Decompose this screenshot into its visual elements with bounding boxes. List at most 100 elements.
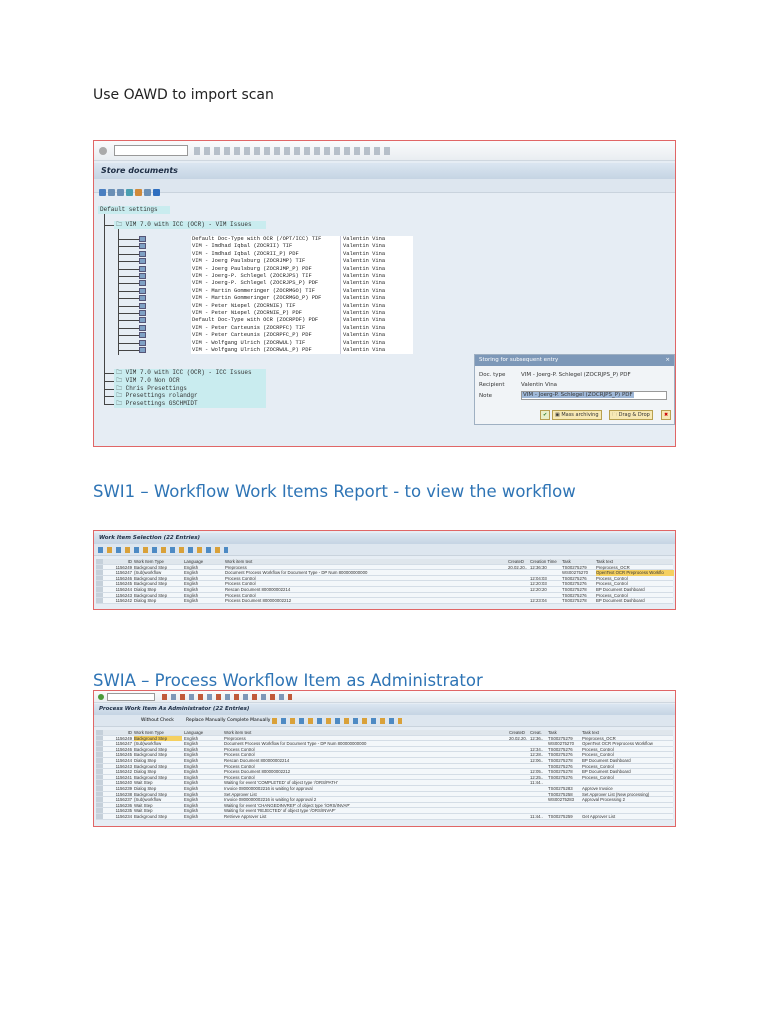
replace-manually-button[interactable]: Replace Manually: [186, 715, 226, 727]
table-cell: BP Document Dashboard: [596, 598, 645, 604]
close-icon[interactable]: ×: [665, 355, 670, 366]
table-cell: Dialog Step: [134, 598, 157, 604]
tree-default-settings[interactable]: Default settings: [98, 206, 170, 214]
document-type-entry[interactable]: VIM - Wolfgang Ulrich (ZOCRWUL_P) PDF Val…: [191, 347, 413, 355]
row-selector[interactable]: [96, 808, 103, 813]
table-cell: Process Document 800000002212: [225, 598, 292, 604]
row-selector[interactable]: [96, 814, 103, 819]
doc-type-text: Default Doc-Type with OCR (/OPT/ICC) TIF: [192, 236, 322, 242]
document-type-icon: [139, 302, 146, 309]
document-type-entry[interactable]: VIM - Martin Gommeringer (ZOCRMGO_P) PDF…: [191, 295, 413, 303]
row-selector[interactable]: [96, 746, 103, 752]
row-selector[interactable]: [96, 763, 103, 769]
command-field[interactable]: [114, 145, 188, 156]
document-type-entry[interactable]: VIM - Martin Gommeringer (ZOCRMGO) TIF Va…: [191, 287, 413, 296]
table-cell: TS00275259: [548, 814, 573, 819]
toolbar-icons[interactable]: [194, 147, 394, 155]
document-type-icon: [139, 243, 146, 250]
tree-line: [118, 290, 140, 292]
app-toolbar-icons[interactable]: [99, 182, 162, 201]
document-type-icon: [139, 339, 146, 346]
recipient-text: Valentin Vina: [340, 236, 385, 244]
table-cell: 1156242: [115, 598, 132, 604]
tree-node-open[interactable]: 🗀 VIM 7.0 with ICC (OCR) - VIM Issues: [114, 221, 266, 229]
document-type-entry[interactable]: VIM - Imdhad Iqbal (ZOCRII) TIF Valentin …: [191, 243, 413, 251]
toolbar-icons[interactable]: [162, 694, 292, 700]
select-all-icon[interactable]: [96, 730, 103, 735]
cancel-button[interactable]: ✖: [661, 410, 672, 420]
swia-screenshot: Process Work Item As Administrator (22 E…: [93, 690, 676, 827]
row-selector[interactable]: [96, 786, 103, 791]
row-selector[interactable]: [96, 587, 103, 592]
document-type-entry[interactable]: Default Doc-Type with OCR (ZOCRPDF) PDF V…: [191, 317, 413, 325]
tree-line: [104, 388, 114, 390]
document-type-icon: [139, 236, 146, 242]
tree-node-closed[interactable]: 🗀 Presettings GSCHMIDT: [114, 400, 266, 409]
doc-type-text: VIM - Joerg Paulsburg (ZOCRJMP_P) PDF: [192, 265, 312, 272]
table-row[interactable]: 1156242 Dialog Step English Process Documen…: [96, 598, 673, 604]
doc-type-value: VIM - Joerg-P. Schlegel (ZOCRJPS_P) PDF: [521, 372, 631, 378]
document-type-entry[interactable]: VIM - Joerg Paulsburg (ZOCRJMP) TIF Valen…: [191, 258, 413, 266]
row-selector[interactable]: [96, 791, 103, 797]
document-type-entry[interactable]: VIM - Imdhad Iqbal (ZOCRII_P) PDF Valenti…: [191, 250, 413, 259]
document-type-entry[interactable]: VIM - Peter Carteunis (ZOCRPFC) TIF Valen…: [191, 324, 413, 333]
swi1-screenshot: Work Item Selection (22 Entries) ID Work …: [93, 530, 676, 610]
tree-line: [118, 276, 140, 277]
row-selector[interactable]: [96, 741, 103, 746]
document-type-entry[interactable]: VIM - Joerg-P. Schlegel (ZOCRJPS) TIF Val…: [191, 273, 413, 281]
note-label: Note: [479, 393, 493, 399]
tree-line: [118, 335, 140, 337]
note-input[interactable]: VIM - Joerg-P. Schlegel (ZOCRJPS_P) PDF: [521, 391, 667, 400]
tree-line: [118, 320, 140, 322]
tree-node-closed[interactable]: 🗀 Chris Presettings: [114, 384, 266, 393]
document-type-entry[interactable]: Default Doc-Type with OCR (/OPT/ICC) TIF…: [191, 236, 413, 244]
command-field[interactable]: [107, 693, 155, 701]
row-selector[interactable]: [96, 575, 103, 581]
select-all-icon[interactable]: [96, 559, 103, 564]
complete-manually-button[interactable]: Complete Manually: [227, 715, 270, 727]
toolbar-icons[interactable]: [272, 718, 402, 724]
row-selector[interactable]: [96, 581, 103, 586]
toolbar-icons[interactable]: [98, 547, 228, 553]
document-type-entry[interactable]: VIM - Joerg Paulsburg (ZOCRJMP_P) PDF Val…: [191, 265, 413, 273]
row-selector[interactable]: [96, 592, 103, 598]
row-selector[interactable]: [96, 774, 103, 780]
mass-archiving-button[interactable]: ▣ Mass archiving: [552, 410, 602, 420]
document-type-entry[interactable]: VIM - Wolfgang Ulrich (ZOCRWUL) TIF Valen…: [191, 339, 413, 347]
row-selector[interactable]: [96, 598, 103, 603]
row-selector[interactable]: [96, 780, 103, 785]
enter-icon[interactable]: [98, 694, 104, 700]
document-type-entry[interactable]: VIM - Peter Niepel (ZOCRNIE) TIF Valentin…: [191, 302, 413, 310]
application-toolbar: Without Check Replace Manually Complete …: [94, 715, 675, 727]
document-type-entry[interactable]: VIM - Peter Niepel (ZOCRNIE_P) PDF Valent…: [191, 310, 413, 318]
row-selector[interactable]: [96, 769, 103, 774]
row-selector[interactable]: [96, 797, 103, 802]
intro-text: Use OAWD to import scan: [93, 87, 274, 103]
application-toolbar: [94, 544, 675, 556]
tree-node-closed[interactable]: 🗀 VIM 7.0 with ICC (OCR) - ICC Issues: [114, 369, 266, 377]
row-selector[interactable]: [96, 758, 103, 763]
tree-line: [118, 305, 140, 307]
enter-icon[interactable]: [99, 147, 107, 155]
without-check-button[interactable]: Without Check: [141, 715, 174, 727]
document-type-entry[interactable]: VIM - Joerg-P. Schlegel (ZOCRJPS_P) PDF V…: [191, 280, 413, 288]
row-selector[interactable]: [96, 752, 103, 757]
tree-node-closed[interactable]: 🗀 Presettings rolandgr: [114, 392, 266, 401]
row-selector[interactable]: [96, 735, 103, 741]
doc-type-text: VIM - Joerg Paulsburg (ZOCRJMP) TIF: [192, 258, 306, 265]
row-selector[interactable]: [96, 564, 103, 570]
recipient-text: Valentin Vina: [340, 243, 385, 251]
row-selector[interactable]: [96, 570, 103, 575]
screen-title: Store documents: [94, 163, 675, 179]
drag-drop-button[interactable]: 🗀 Drag & Drop: [609, 410, 653, 420]
tree-line: [118, 313, 140, 314]
confirm-button[interactable]: ✔: [540, 410, 551, 420]
tree-node-closed[interactable]: 🗀 VIM 7.0 Non OCR: [114, 376, 266, 385]
doc-type-text: VIM - Joerg-P. Schlegel (ZOCRJPS) TIF: [192, 273, 312, 279]
tree-line: [118, 350, 140, 351]
row-selector[interactable]: [96, 802, 103, 808]
doc-type-text: VIM - Peter Carteunis (ZOCRPFC) TIF: [192, 324, 306, 331]
recipient-text: Valentin Vina: [340, 324, 385, 333]
table-row[interactable]: 1156234 Background Step English Retrieve Ap…: [96, 814, 673, 820]
document-type-entry[interactable]: VIM - Peter Carteunis (ZOCRPFC_P) PDF Val…: [191, 332, 413, 340]
